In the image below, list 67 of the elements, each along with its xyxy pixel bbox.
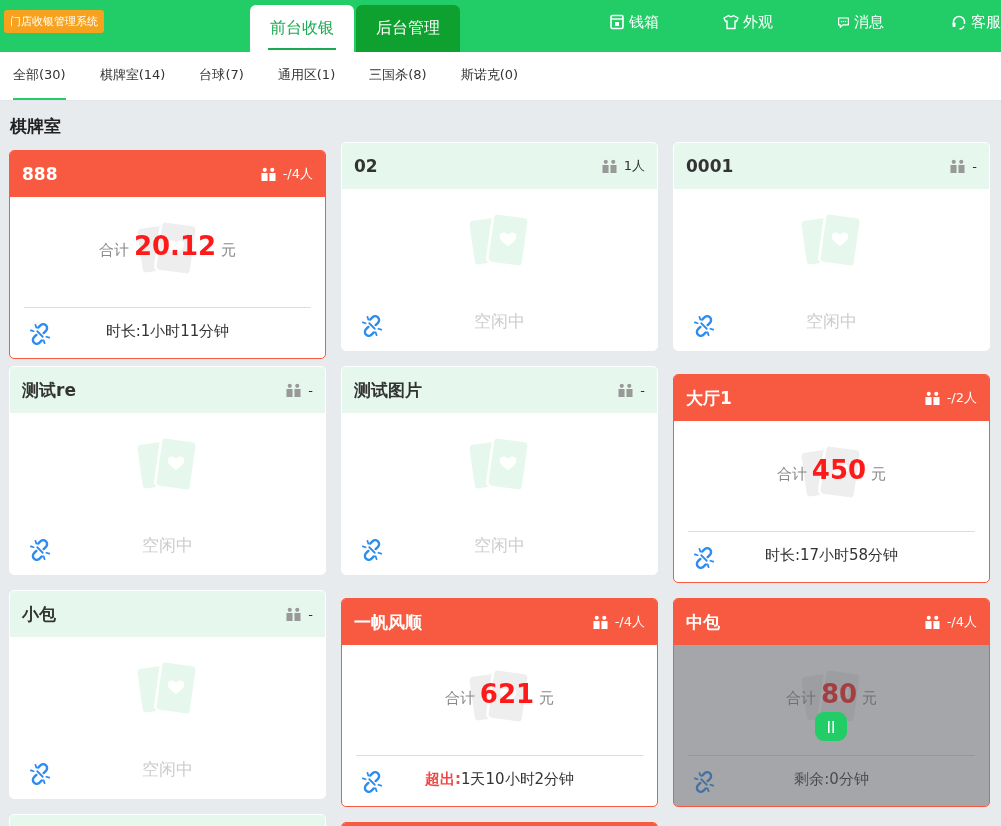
duration-text: 超出:1天10小时2分钟 bbox=[424, 769, 575, 789]
unlink-icon[interactable] bbox=[693, 315, 715, 337]
category-tab[interactable]: 三国杀(8) bbox=[369, 52, 427, 100]
people-count: - bbox=[308, 606, 313, 622]
room-name: 测试re bbox=[22, 378, 76, 402]
people-count: - bbox=[308, 382, 313, 398]
pause-button[interactable] bbox=[815, 712, 847, 741]
app-title-badge: 门店收银管理系统 bbox=[4, 10, 104, 33]
people-icon bbox=[949, 158, 967, 174]
category-tab[interactable]: 通用区(1) bbox=[277, 52, 336, 100]
room-card[interactable]: 一帆风顺 -/4人 合计 621 元 超出:1天10小时2分钟 bbox=[341, 598, 658, 807]
unlink-icon[interactable] bbox=[29, 323, 51, 345]
unlink-icon[interactable] bbox=[361, 771, 383, 793]
room-name: 中包 bbox=[686, 610, 720, 634]
duration-text: 时长:17小时58分钟 bbox=[764, 545, 899, 565]
room-name: 小包 bbox=[22, 602, 56, 626]
shirt-icon[interactable] bbox=[723, 14, 739, 30]
total-amount: 20.12 bbox=[133, 231, 217, 261]
cash-box-icon[interactable] bbox=[609, 14, 625, 30]
room-card[interactable]: 888 -/4人 合计 20.12 元 时长:1小时11分钟 bbox=[9, 150, 326, 359]
currency-unit: 元 bbox=[221, 241, 237, 260]
total-label: 合计 bbox=[776, 465, 807, 484]
people-icon bbox=[923, 614, 941, 630]
category-tab[interactable]: 台球(7) bbox=[199, 52, 244, 100]
people-count: - bbox=[972, 158, 977, 174]
unlink-icon[interactable] bbox=[693, 547, 715, 569]
room-name: 大厅1 bbox=[686, 386, 732, 410]
unlink-icon[interactable] bbox=[361, 539, 383, 561]
room-name: 888 bbox=[22, 164, 58, 184]
people-icon bbox=[617, 382, 635, 398]
room-name: 0001 bbox=[686, 156, 734, 176]
people-icon bbox=[259, 166, 277, 182]
people-count: 1人 bbox=[623, 157, 645, 175]
people-icon bbox=[600, 158, 618, 174]
total-amount: 450 bbox=[811, 455, 867, 485]
people-count: -/4人 bbox=[946, 613, 977, 631]
people-count: - bbox=[640, 382, 645, 398]
unlink-icon[interactable] bbox=[29, 763, 51, 785]
duration-text: 时长:1小时11分钟 bbox=[105, 321, 230, 341]
currency-unit: 元 bbox=[539, 689, 555, 708]
total-amount: 80 bbox=[820, 679, 858, 709]
total-label: 合计 bbox=[98, 241, 129, 260]
people-count: -/2人 bbox=[946, 389, 977, 407]
people-icon bbox=[923, 390, 941, 406]
unlink-icon[interactable] bbox=[693, 771, 715, 793]
room-card[interactable]: 大厅1 -/2人 合计 450 元 时长:17小时58分钟 bbox=[673, 374, 990, 583]
duration-text: 剩余:0分钟 bbox=[794, 769, 869, 789]
category-tab[interactable]: 斯诺克(0) bbox=[460, 52, 519, 100]
total-amount: 621 bbox=[479, 679, 535, 709]
total-label: 合计 bbox=[444, 689, 475, 708]
unlink-icon[interactable] bbox=[29, 539, 51, 561]
headset-icon[interactable] bbox=[951, 14, 967, 30]
currency-unit: 元 bbox=[871, 465, 887, 484]
people-icon bbox=[285, 382, 303, 398]
room-name: 02 bbox=[354, 156, 378, 176]
category-tab[interactable]: 棋牌室(14) bbox=[99, 52, 166, 100]
people-count: -/4人 bbox=[282, 165, 313, 183]
section-title: 棋牌室 bbox=[9, 115, 62, 138]
category-tab[interactable]: 全部(30) bbox=[13, 52, 66, 100]
people-icon bbox=[591, 614, 609, 630]
pause-icon bbox=[825, 718, 837, 735]
room-name: 测试图片 bbox=[354, 378, 422, 402]
people-count: -/4人 bbox=[614, 613, 645, 631]
people-icon bbox=[285, 606, 303, 622]
unlink-icon[interactable] bbox=[361, 315, 383, 337]
chat-bubble-icon[interactable] bbox=[837, 15, 850, 29]
room-name: 一帆风顺 bbox=[354, 610, 422, 634]
